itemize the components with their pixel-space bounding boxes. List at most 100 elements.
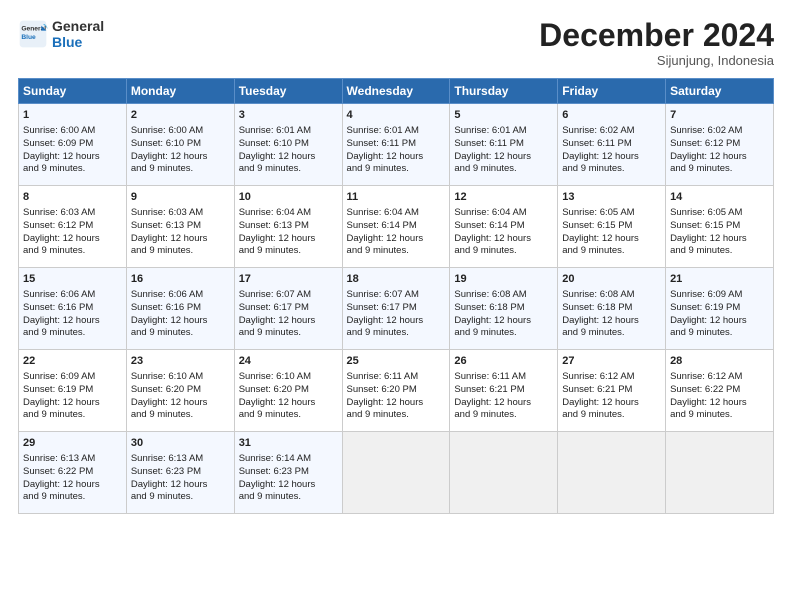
day-info-line: Sunrise: 6:03 AM: [131, 207, 230, 220]
day-info-line: and 9 minutes.: [239, 491, 338, 504]
day-cell: 16Sunrise: 6:06 AMSunset: 6:16 PMDayligh…: [126, 268, 234, 350]
day-info-line: Sunrise: 6:10 AM: [239, 371, 338, 384]
day-cell: 15Sunrise: 6:06 AMSunset: 6:16 PMDayligh…: [19, 268, 127, 350]
day-number: 14: [670, 190, 769, 205]
day-info-line: and 9 minutes.: [23, 245, 122, 258]
day-info-line: and 9 minutes.: [562, 163, 661, 176]
day-info-line: and 9 minutes.: [454, 245, 553, 258]
day-cell: 10Sunrise: 6:04 AMSunset: 6:13 PMDayligh…: [234, 186, 342, 268]
day-cell: 11Sunrise: 6:04 AMSunset: 6:14 PMDayligh…: [342, 186, 450, 268]
calendar-table: SundayMondayTuesdayWednesdayThursdayFrid…: [18, 78, 774, 514]
day-info-line: and 9 minutes.: [23, 327, 122, 340]
week-row-2: 8Sunrise: 6:03 AMSunset: 6:12 PMDaylight…: [19, 186, 774, 268]
day-number: 11: [347, 190, 446, 205]
day-info-line: Sunset: 6:23 PM: [131, 466, 230, 479]
day-number: 8: [23, 190, 122, 205]
day-info-line: Daylight: 12 hours: [131, 151, 230, 164]
header-cell-thursday: Thursday: [450, 79, 558, 104]
day-info-line: Sunset: 6:12 PM: [670, 138, 769, 151]
day-info-line: Sunrise: 6:03 AM: [23, 207, 122, 220]
day-cell: 22Sunrise: 6:09 AMSunset: 6:19 PMDayligh…: [19, 350, 127, 432]
day-number: 13: [562, 190, 661, 205]
day-cell: 23 Sunrise: 6:10 AMSunset: 6:20 PMDayligh…: [126, 350, 234, 432]
day-info-line: Sunset: 6:11 PM: [562, 138, 661, 151]
day-info-line: Sunset: 6:10 PM: [131, 138, 230, 151]
day-info-line: Sunrise: 6:01 AM: [347, 125, 446, 138]
day-number: 23: [131, 354, 230, 369]
day-info-line: Sunset: 6:20 PM: [239, 384, 338, 397]
day-info-line: Sunrise: 6:01 AM: [454, 125, 553, 138]
day-info-line: and 9 minutes.: [131, 327, 230, 340]
day-number: 4: [347, 108, 446, 123]
day-info-line: and 9 minutes.: [23, 163, 122, 176]
day-info-line: Sunrise: 6:10 AM: [131, 371, 230, 384]
day-info-line: and 9 minutes.: [239, 409, 338, 422]
day-info-line: Daylight: 12 hours: [454, 397, 553, 410]
header: General Blue General Blue December 2024 …: [18, 18, 774, 68]
day-info-line: Sunset: 6:22 PM: [670, 384, 769, 397]
day-info-line: Daylight: 12 hours: [670, 233, 769, 246]
day-info-line: and 9 minutes.: [347, 245, 446, 258]
day-cell: 25Sunrise: 6:11 AMSunset: 6:20 PMDayligh…: [342, 350, 450, 432]
day-info-line: Sunset: 6:18 PM: [454, 302, 553, 315]
day-info-line: Sunrise: 6:01 AM: [239, 125, 338, 138]
day-info-line: Sunset: 6:20 PM: [131, 384, 230, 397]
day-cell: 5Sunrise: 6:01 AMSunset: 6:11 PMDaylight…: [450, 104, 558, 186]
day-cell: 26Sunrise: 6:11 AMSunset: 6:21 PMDayligh…: [450, 350, 558, 432]
day-info-line: Daylight: 12 hours: [670, 151, 769, 164]
day-info-line: Sunrise: 6:09 AM: [23, 371, 122, 384]
day-info-line: Sunrise: 6:07 AM: [347, 289, 446, 302]
calendar-header-row: SundayMondayTuesdayWednesdayThursdayFrid…: [19, 79, 774, 104]
day-info-line: Daylight: 12 hours: [347, 397, 446, 410]
day-number: 27: [562, 354, 661, 369]
location: Sijunjung, Indonesia: [539, 53, 774, 68]
day-number: 5: [454, 108, 553, 123]
day-cell: 14Sunrise: 6:05 AMSunset: 6:15 PMDayligh…: [666, 186, 774, 268]
day-cell: 12Sunrise: 6:04 AMSunset: 6:14 PMDayligh…: [450, 186, 558, 268]
day-info-line: Sunset: 6:15 PM: [562, 220, 661, 233]
logo: General Blue General Blue: [18, 18, 104, 50]
day-info-line: Sunset: 6:17 PM: [239, 302, 338, 315]
calendar-page: General Blue General Blue December 2024 …: [0, 0, 792, 612]
day-info-line: Sunrise: 6:02 AM: [670, 125, 769, 138]
day-number: 31: [239, 436, 338, 451]
header-cell-sunday: Sunday: [19, 79, 127, 104]
day-info-line: and 9 minutes.: [562, 327, 661, 340]
day-info-line: Sunrise: 6:07 AM: [239, 289, 338, 302]
week-row-4: 22Sunrise: 6:09 AMSunset: 6:19 PMDayligh…: [19, 350, 774, 432]
day-info-line: Sunrise: 6:14 AM: [239, 453, 338, 466]
day-info-line: Sunset: 6:19 PM: [23, 384, 122, 397]
day-number: 12: [454, 190, 553, 205]
day-info-line: Daylight: 12 hours: [454, 233, 553, 246]
logo-icon: General Blue: [18, 19, 48, 49]
day-info-line: Sunrise: 6:00 AM: [23, 125, 122, 138]
day-info-line: and 9 minutes.: [670, 409, 769, 422]
day-cell: 19Sunrise: 6:08 AMSunset: 6:18 PMDayligh…: [450, 268, 558, 350]
day-info-line: and 9 minutes.: [239, 327, 338, 340]
day-cell: 3Sunrise: 6:01 AMSunset: 6:10 PMDaylight…: [234, 104, 342, 186]
day-info-line: and 9 minutes.: [670, 163, 769, 176]
day-info-line: Daylight: 12 hours: [23, 233, 122, 246]
day-cell: 4Sunrise: 6:01 AMSunset: 6:11 PMDaylight…: [342, 104, 450, 186]
day-info-line: Sunrise: 6:05 AM: [562, 207, 661, 220]
day-info-line: Sunrise: 6:04 AM: [347, 207, 446, 220]
day-cell: 28Sunrise: 6:12 AMSunset: 6:22 PMDayligh…: [666, 350, 774, 432]
day-info-line: and 9 minutes.: [347, 409, 446, 422]
svg-text:Blue: Blue: [21, 34, 36, 41]
month-title: December 2024: [539, 18, 774, 53]
day-info-line: Sunrise: 6:08 AM: [454, 289, 553, 302]
day-info-line: Sunset: 6:09 PM: [23, 138, 122, 151]
day-info-line: Sunrise: 6:06 AM: [23, 289, 122, 302]
day-info-line: and 9 minutes.: [454, 163, 553, 176]
day-info-line: and 9 minutes.: [131, 163, 230, 176]
day-number: 16: [131, 272, 230, 287]
header-cell-wednesday: Wednesday: [342, 79, 450, 104]
day-info-line: Daylight: 12 hours: [131, 397, 230, 410]
day-number: 1: [23, 108, 122, 123]
day-info-line: Sunset: 6:14 PM: [454, 220, 553, 233]
day-info-line: and 9 minutes.: [454, 409, 553, 422]
day-info-line: Daylight: 12 hours: [454, 151, 553, 164]
day-info-line: Daylight: 12 hours: [562, 397, 661, 410]
day-info-line: Sunset: 6:16 PM: [131, 302, 230, 315]
day-info-line: Daylight: 12 hours: [23, 315, 122, 328]
